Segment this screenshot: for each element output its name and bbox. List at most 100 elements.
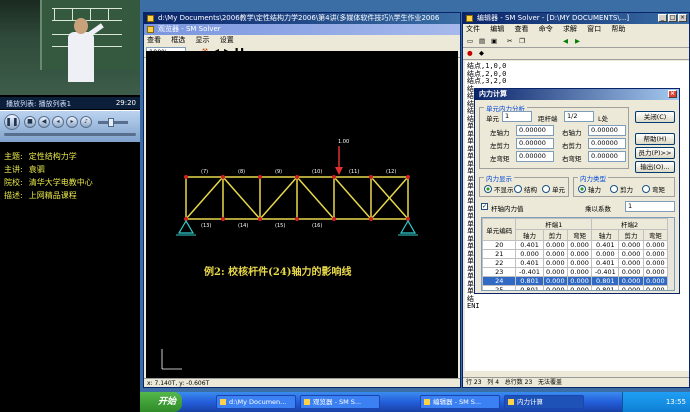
info-value: 定性结构力学: [28, 152, 77, 161]
member-button[interactable]: 员力(P)>>: [635, 147, 675, 159]
mute-button[interactable]: ♪: [80, 116, 92, 128]
radio-moment[interactable]: 弯矩: [642, 184, 665, 194]
close-button[interactable]: 关闭(C): [635, 111, 675, 123]
viewer-titlebar[interactable]: 观览器 - SM Solver: [144, 24, 460, 35]
table-row[interactable]: 22 0.401 0.000 0.000 0.401 0.000 0.000: [482, 258, 669, 268]
output-button[interactable]: 输出(O)...: [635, 161, 675, 173]
forward-icon[interactable]: ▶: [575, 37, 580, 45]
menu-view[interactable]: 查看: [147, 36, 161, 44]
table-cell: 0.000: [642, 249, 669, 259]
right-shear-field[interactable]: 0.00000: [588, 138, 626, 149]
table-row[interactable]: 23 -0.401 0.000 0.000 -0.401 0.000 0.000: [482, 267, 669, 277]
col-end1: 杆端1: [515, 218, 593, 230]
group-label: 内力类型: [578, 173, 608, 183]
node-icon[interactable]: ◆: [479, 49, 484, 57]
stop-button[interactable]: ■: [24, 116, 36, 128]
volume-knob[interactable]: [108, 118, 114, 127]
table-row[interactable]: 25 0.801 0.000 0.000 0.801 0.000 0.000: [482, 285, 669, 290]
task-dialog[interactable]: 内力计算: [504, 395, 584, 409]
help-button[interactable]: 帮助(H): [635, 133, 675, 145]
col-sub: 弯矩: [642, 229, 669, 241]
forward-button[interactable]: ▸: [66, 116, 78, 128]
table-cell: 0.000: [642, 285, 669, 290]
right-moment-field[interactable]: 0.00000: [588, 151, 626, 162]
menu-display[interactable]: 显示: [195, 36, 209, 44]
table-row[interactable]: 21 0.000 0.000 0.000 0.000 0.000 0.000: [482, 249, 669, 259]
run-icon[interactable]: ●: [467, 49, 473, 57]
pos-select[interactable]: 1/2: [564, 111, 594, 122]
cut-icon[interactable]: ✂: [507, 37, 512, 45]
maximize-button[interactable]: □: [668, 14, 677, 22]
force-table[interactable]: 单元编码 杆端1 杆端2 轴力 剪力 弯矩 轴力 剪力 弯矩 20 0.401 0.000 0.…: [481, 217, 675, 291]
task-editor[interactable]: 编辑器 - SM S...: [420, 395, 500, 409]
menu-help[interactable]: 帮助: [611, 25, 625, 33]
code-line: 结: [467, 294, 474, 303]
menu-file[interactable]: 文件: [466, 25, 480, 33]
radio-shear[interactable]: 剪力: [610, 184, 633, 194]
table-cell: 0.801: [515, 276, 544, 286]
viewer-path-titlebar[interactable]: d:\My Documents\2006教学\定性结构力学2006\第4讲(多媒…: [144, 13, 460, 24]
table-cell: 0.000: [515, 249, 544, 259]
task-viewer[interactable]: 观览器 - SM S...: [300, 395, 380, 409]
previous-button[interactable]: ◀: [38, 116, 50, 128]
lecturer: [68, 32, 94, 82]
pause-button[interactable]: ❚❚: [4, 114, 20, 130]
close-icon[interactable]: ×: [668, 90, 677, 98]
back-icon[interactable]: ◀: [563, 37, 568, 45]
status-mode: 无法覆盖: [538, 379, 563, 386]
radio-no-display[interactable]: 不显示: [484, 184, 514, 194]
radio-structure[interactable]: 结构: [514, 184, 537, 194]
menu-solve[interactable]: 求解: [563, 25, 577, 33]
dialog-titlebar[interactable]: 内力计算 ×: [475, 89, 679, 100]
editor-titlebar[interactable]: 编辑器 - SM Solver - [D:\MY DOCUMENTS\...] …: [463, 13, 689, 24]
value-checkbox[interactable]: ✓: [481, 203, 488, 210]
length-label: L处: [598, 115, 609, 123]
new-icon[interactable]: ▭: [467, 37, 473, 45]
start-button[interactable]: 开始: [140, 392, 182, 412]
playlist-label: 播放列表: 播放列表1: [6, 100, 72, 108]
table-cell: 0.000: [542, 240, 568, 250]
table-cell: 0.000: [642, 258, 669, 268]
structure-canvas[interactable]: (7) (8) (9) (10) (11) (12) (13) (14) (15…: [146, 51, 458, 378]
rewind-button[interactable]: ◂: [52, 116, 64, 128]
menu-settings[interactable]: 设置: [220, 36, 234, 44]
seek-bar[interactable]: [4, 133, 136, 136]
clock: 13:55: [665, 398, 686, 406]
table-cell: 0.000: [542, 258, 568, 268]
course-info: 主题: 定性结构力学 主讲: 袁驷 院校: 清华大学电教中心 描述: 上网精品课程: [4, 150, 138, 202]
table-row[interactable]: 24 0.801 0.000 0.000 0.801 0.000 0.000: [482, 276, 669, 286]
member-label: (10): [312, 169, 322, 175]
menu-edit[interactable]: 编辑: [490, 25, 504, 33]
info-key: 主题:: [4, 152, 23, 161]
viewer-path: d:\My Documents\2006教学\定性结构力学2006\第4讲(多媒…: [158, 14, 440, 22]
media-player: 播放列表: 播放列表1 29:20 ❚❚ ■ ◀ ◂ ▸ ♪ 主题: 定性结构力学…: [0, 0, 140, 412]
menu-command[interactable]: 命令: [539, 25, 553, 33]
close-button[interactable]: ×: [678, 14, 687, 22]
menu-view[interactable]: 查看: [514, 25, 528, 33]
radio-unit[interactable]: 单元: [542, 184, 565, 194]
lecture-video[interactable]: [0, 0, 140, 95]
table-cell: 0.000: [618, 285, 644, 290]
support-right: [398, 219, 418, 236]
table-cell: 0.801: [591, 276, 620, 286]
table-row[interactable]: 20 0.401 0.000 0.000 0.401 0.000 0.000: [482, 240, 669, 250]
task-explorer[interactable]: d:\My Documen...: [216, 395, 296, 409]
right-axial-field[interactable]: 0.00000: [588, 125, 626, 136]
multiplier-select[interactable]: 1: [625, 201, 675, 212]
editor-title: 编辑器 - SM Solver - [D:\MY DOCUMENTS\...]: [477, 14, 630, 22]
menu-select[interactable]: 框选: [171, 36, 185, 44]
playlist-bar[interactable]: 播放列表: 播放列表1 29:20: [0, 97, 140, 109]
left-axial-field[interactable]: 0.00000: [516, 125, 554, 136]
table-cell: 0.000: [642, 267, 669, 277]
unit-select[interactable]: 1: [502, 111, 532, 122]
minimize-button[interactable]: _: [658, 14, 667, 22]
left-shear-field[interactable]: 0.00000: [516, 138, 554, 149]
copy-icon[interactable]: ❐: [519, 37, 525, 45]
save-icon[interactable]: ▣: [491, 37, 497, 45]
menu-window[interactable]: 窗口: [587, 25, 601, 33]
radio-axial[interactable]: 轴力: [578, 184, 601, 194]
open-icon[interactable]: ▤: [479, 37, 485, 45]
table-scrollbar[interactable]: [667, 218, 674, 290]
left-moment-field[interactable]: 0.00000: [516, 151, 554, 162]
info-key: 院校:: [4, 178, 23, 187]
